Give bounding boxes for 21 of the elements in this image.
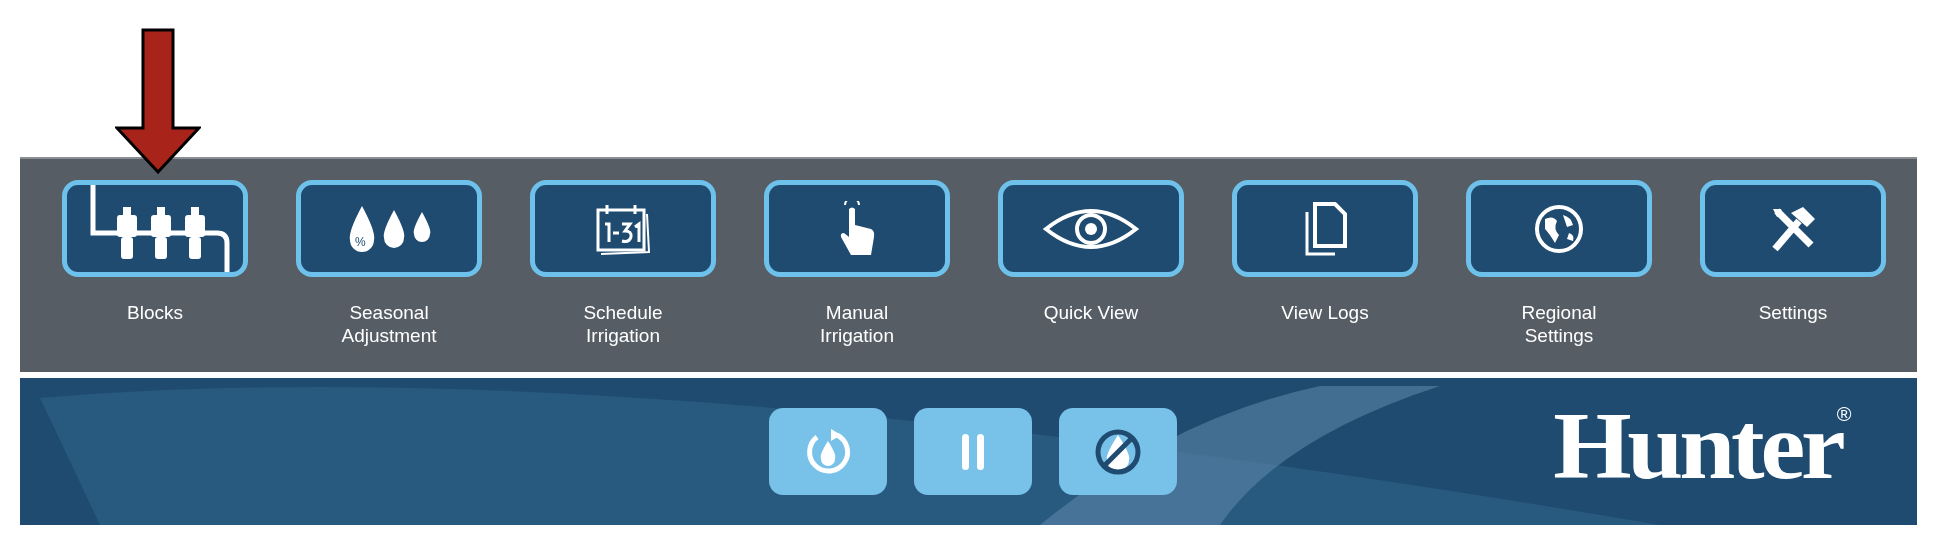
menu-label: Quick View (1043, 301, 1139, 324)
off-button[interactable] (1059, 408, 1177, 495)
menu-label: Settings (1758, 301, 1828, 324)
menu-button[interactable] (998, 180, 1184, 277)
menu-label: Regional Settings (1521, 301, 1597, 347)
menu-label: View Logs (1281, 301, 1369, 324)
menu-button[interactable] (764, 180, 950, 277)
globe-icon (1533, 202, 1585, 255)
menu-label: Seasonal Adjustment (341, 301, 437, 347)
menu-label: Blocks (127, 301, 183, 324)
menu-button[interactable] (1232, 180, 1418, 277)
pause-icon (960, 431, 986, 472)
menu-button[interactable] (1700, 180, 1886, 277)
menu-label: Schedule Irrigation (583, 301, 663, 347)
eye-icon (1043, 206, 1139, 251)
menu-button[interactable] (62, 180, 248, 277)
documents-icon (1303, 201, 1347, 256)
menu-button[interactable] (1466, 180, 1652, 277)
menu-label: Manual Irrigation (820, 301, 894, 347)
menu-button[interactable]: % (296, 180, 482, 277)
menu-button[interactable] (530, 180, 716, 277)
